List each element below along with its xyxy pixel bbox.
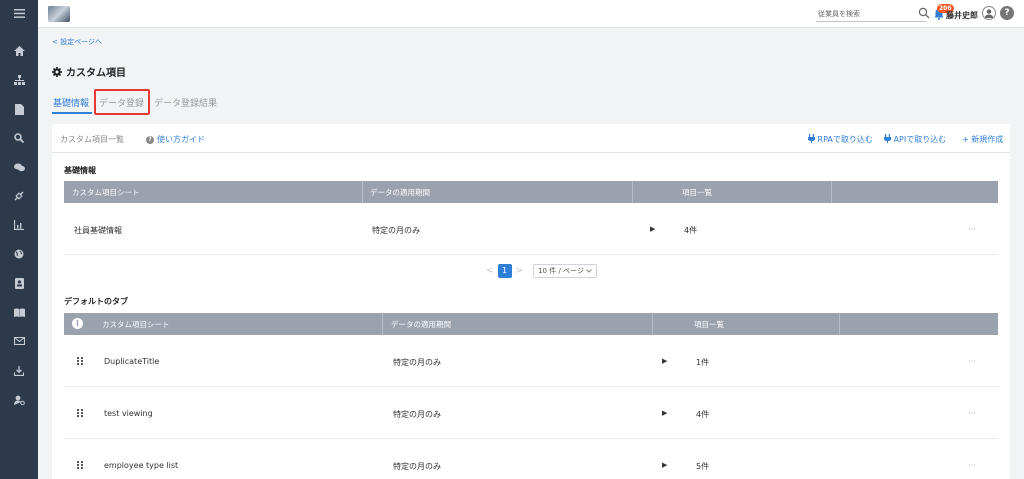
expand-arrow-icon[interactable]: ▶	[650, 225, 655, 233]
column-divider	[831, 181, 832, 203]
user-name[interactable]: 藤井史郎	[946, 10, 978, 21]
usage-guide-label: 使い方ガイド	[157, 135, 205, 144]
create-new-button[interactable]: + 新規作成	[962, 134, 1003, 145]
column-divider	[382, 313, 383, 335]
item-count: 5件	[696, 462, 710, 471]
drag-handle-icon[interactable]	[77, 357, 83, 365]
column-divider	[362, 181, 363, 203]
more-actions-icon[interactable]: ···	[968, 409, 976, 418]
period: 特定の月のみ	[393, 462, 441, 471]
item-count: 1件	[696, 358, 710, 367]
api-import-button[interactable]: APIで取り込む	[884, 134, 946, 145]
column-divider	[652, 313, 653, 335]
card-subtitle: カスタム項目一覧	[60, 135, 124, 144]
info-icon[interactable]: i	[72, 318, 83, 329]
chart-icon[interactable]	[0, 216, 38, 234]
download-icon[interactable]	[0, 362, 38, 380]
col-header-sheet: カスタム項目シート	[102, 320, 170, 329]
expand-arrow-icon[interactable]: ▶	[662, 409, 667, 417]
table-header-basic: カスタム項目シート データの適用期間 項目一覧	[64, 181, 998, 203]
column-divider	[839, 313, 840, 335]
chat-icon[interactable]	[0, 158, 38, 176]
usage-guide-link[interactable]: ? 使い方ガイド	[146, 134, 205, 145]
search-nav-icon[interactable]	[0, 129, 38, 147]
col-header-items: 項目一覧	[682, 188, 712, 197]
expand-arrow-icon[interactable]: ▶	[662, 357, 667, 365]
sidebar	[0, 0, 38, 479]
table-header-default: i カスタム項目シート データの適用期間 項目一覧	[64, 313, 998, 335]
back-to-settings-link[interactable]: < 設定ページへ	[52, 37, 102, 47]
prev-page-icon[interactable]: <	[486, 266, 494, 276]
plug-icon	[884, 134, 891, 143]
custom-items-card: カスタム項目一覧 ? 使い方ガイド RPAで取り込む APIで取り込む + 新規…	[52, 124, 1010, 479]
document-icon[interactable]	[0, 100, 38, 118]
search-icon[interactable]	[918, 7, 930, 19]
globe-icon[interactable]	[0, 245, 38, 263]
period: 特定の月のみ	[372, 226, 420, 235]
avatar[interactable]	[982, 6, 996, 20]
next-page-icon[interactable]: >	[516, 266, 524, 276]
chevron-down-icon	[586, 269, 592, 273]
page-title-row: カスタム項目	[52, 64, 126, 79]
plug-icon	[808, 134, 815, 143]
table-row[interactable]: DuplicateTitle 特定の月のみ ▶ 1件 ···	[64, 335, 998, 387]
drag-handle-icon[interactable]	[77, 461, 83, 469]
drag-handle-icon[interactable]	[77, 409, 83, 417]
column-divider	[632, 181, 633, 203]
company-logo[interactable]	[48, 6, 70, 22]
rpa-import-button[interactable]: RPAで取り込む	[808, 134, 873, 145]
page-size-label: 10 件 / ページ	[538, 267, 584, 275]
tab-basic-info[interactable]: 基礎情報	[53, 96, 89, 109]
col-header-items: 項目一覧	[694, 320, 724, 329]
api-import-label: APIで取り込む	[893, 135, 947, 144]
help-icon[interactable]: ?	[1000, 6, 1014, 20]
gear-icon	[52, 66, 62, 77]
highlight-annotation	[94, 89, 150, 115]
org-chart-icon[interactable]	[0, 71, 38, 89]
tab-registration-results[interactable]: データ登録結果	[154, 96, 217, 109]
active-tab-indicator	[52, 112, 92, 114]
sheet-name: employee type list	[104, 461, 179, 470]
question-icon: ?	[146, 135, 154, 144]
sheet-name: test viewing	[104, 409, 153, 418]
divider	[52, 152, 1010, 153]
period: 特定の月のみ	[393, 358, 441, 367]
employee-search-input[interactable]: 従業員を検索	[816, 8, 926, 22]
user-icon	[985, 9, 993, 18]
item-count: 4件	[684, 226, 698, 235]
link-icon[interactable]	[0, 187, 38, 205]
col-header-period: データの適用期間	[391, 320, 451, 329]
period: 特定の月のみ	[393, 410, 441, 419]
more-actions-icon[interactable]: ···	[968, 461, 976, 470]
table-row[interactable]: 社員基礎情報 特定の月のみ ▶ 4件 ···	[64, 203, 998, 255]
top-bar: 従業員を検索 206 藤井史郎 ?	[38, 0, 1024, 28]
user-settings-icon[interactable]	[0, 391, 38, 409]
rpa-import-label: RPAで取り込む	[817, 135, 873, 144]
home-icon[interactable]	[0, 42, 38, 60]
col-header-sheet: カスタム項目シート	[72, 188, 140, 197]
contact-card-icon[interactable]	[0, 274, 38, 292]
sheet-name: DuplicateTitle	[104, 357, 160, 366]
more-actions-icon[interactable]: ···	[968, 357, 976, 366]
col-header-period: データの適用期間	[370, 188, 430, 197]
more-actions-icon[interactable]: ···	[968, 225, 976, 234]
book-icon[interactable]	[0, 303, 38, 321]
mail-icon[interactable]	[0, 332, 38, 350]
page-title: カスタム項目	[66, 68, 126, 79]
page-number[interactable]: 1	[497, 264, 512, 278]
page-size-select[interactable]: 10 件 / ページ	[533, 264, 598, 278]
sheet-name: 社員基礎情報	[74, 226, 122, 235]
section-title-basic: 基礎情報	[64, 166, 96, 175]
section-title-default: デフォルトのタブ	[64, 297, 128, 306]
table-row[interactable]: employee type list 特定の月のみ ▶ 5件 ···	[64, 439, 998, 479]
table-row[interactable]: test viewing 特定の月のみ ▶ 4件 ···	[64, 387, 998, 439]
menu-icon[interactable]	[0, 4, 38, 22]
expand-arrow-icon[interactable]: ▶	[662, 461, 667, 469]
pagination: < 1 > 10 件 / ページ	[482, 264, 598, 278]
item-count: 4件	[696, 410, 710, 419]
